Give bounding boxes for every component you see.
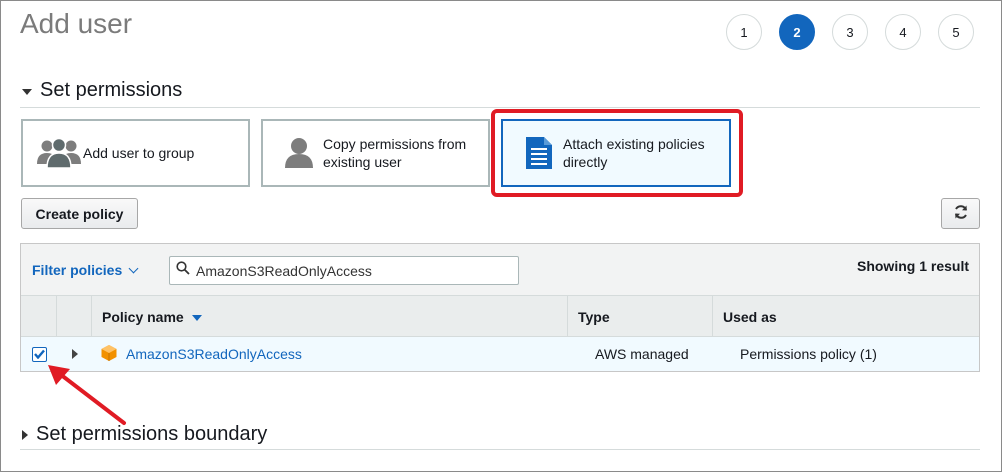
- caret-right-icon: [22, 429, 28, 440]
- header-policy-name[interactable]: Policy name: [92, 296, 568, 337]
- column-label: Type: [578, 308, 610, 325]
- option-label: Add user to group: [83, 145, 195, 161]
- filter-label: Filter policies: [32, 262, 123, 278]
- option-attach-policies[interactable]: Attach existing policies directly: [501, 119, 731, 187]
- search-icon: [176, 261, 190, 280]
- table-row[interactable]: AmazonS3ReadOnlyAccess AWS managed Permi…: [21, 337, 979, 371]
- header-type[interactable]: Type: [568, 296, 713, 337]
- result-count: Showing 1 result: [856, 258, 969, 274]
- document-icon: [515, 135, 563, 171]
- option-label: Attach existing policies directly: [563, 136, 705, 170]
- step-1[interactable]: 1: [726, 14, 762, 50]
- step-4[interactable]: 4: [885, 14, 921, 50]
- policy-name-cell: AmazonS3ReadOnlyAccess: [92, 337, 568, 371]
- row-select-cell: [21, 337, 57, 371]
- checkmark-icon: [34, 349, 45, 359]
- table-toolbar: Filter policies Showing 1 result: [21, 244, 979, 296]
- table-header: Policy name Type Used as: [21, 296, 979, 337]
- header-expand-col: [57, 296, 92, 337]
- group-icon: [35, 135, 83, 171]
- step-indicator: 1 2 3 4 5: [726, 14, 974, 50]
- window-frame: [0, 0, 1002, 472]
- policies-table: Filter policies Showing 1 result Policy …: [20, 243, 980, 372]
- create-policy-button[interactable]: Create policy: [21, 198, 138, 229]
- sort-desc-icon: [191, 314, 202, 321]
- row-expand-cell[interactable]: [57, 337, 92, 371]
- expand-caret-icon: [71, 349, 78, 359]
- page-title: Add user: [20, 8, 133, 39]
- refresh-icon: [953, 204, 969, 223]
- section-divider: [20, 449, 980, 450]
- aws-policy-icon: [100, 344, 118, 365]
- user-icon: [275, 135, 323, 171]
- option-label: Copy permissions from existing user: [323, 136, 467, 170]
- policy-used-as-cell: Permissions policy (1): [740, 346, 877, 362]
- row-checkbox[interactable]: [32, 346, 47, 362]
- filter-policies-dropdown[interactable]: Filter policies: [32, 262, 139, 278]
- option-copy-permissions[interactable]: Copy permissions from existing user: [261, 119, 490, 187]
- set-permissions-header[interactable]: Set permissions: [22, 79, 182, 102]
- set-permissions-boundary-title: Set permissions boundary: [36, 423, 268, 445]
- section-divider: [20, 107, 980, 108]
- caret-down-icon: [22, 88, 32, 95]
- header-used-as[interactable]: Used as: [713, 296, 979, 337]
- header-select-col: [21, 296, 57, 337]
- step-5[interactable]: 5: [938, 14, 974, 50]
- policy-name-link[interactable]: AmazonS3ReadOnlyAccess: [126, 346, 302, 362]
- chevron-down-icon: [128, 263, 139, 273]
- column-label: Policy name: [102, 308, 184, 325]
- policy-type-cell: AWS managed: [595, 346, 689, 362]
- column-label: Used as: [723, 308, 777, 325]
- set-permissions-boundary-header[interactable]: Set permissions boundary: [22, 423, 267, 446]
- step-3[interactable]: 3: [832, 14, 868, 50]
- set-permissions-title: Set permissions: [40, 79, 183, 101]
- option-add-user-to-group[interactable]: Add user to group: [21, 119, 250, 187]
- search-box: [169, 256, 519, 285]
- refresh-button[interactable]: [941, 198, 980, 229]
- step-2[interactable]: 2: [779, 14, 815, 50]
- search-input[interactable]: [196, 262, 506, 279]
